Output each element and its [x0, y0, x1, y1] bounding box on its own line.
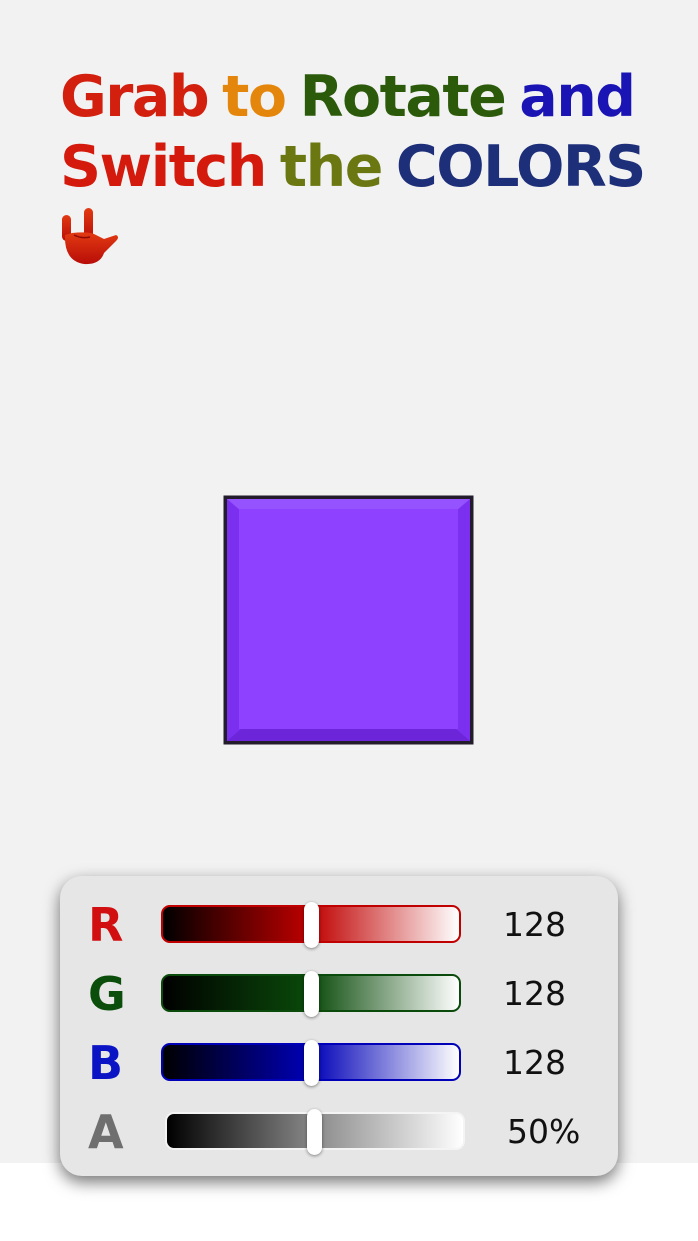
channel-label-a: A [88, 1105, 124, 1159]
headline-word: and [519, 64, 636, 130]
alpha-slider[interactable] [165, 1109, 465, 1155]
rock-hand-icon [62, 208, 118, 265]
green-value: 128 [503, 974, 566, 1013]
slider-row-blue: B 128 [60, 1038, 618, 1088]
cube-face [239, 509, 458, 729]
headline-word: Grab [60, 64, 210, 130]
headline-word: COLORS [395, 134, 646, 200]
channel-label-r: R [88, 898, 124, 952]
color-picker-panel: R 128 G 128 B 128 A 50% [60, 876, 618, 1176]
headline-line-2: Switch the COLORS [60, 132, 698, 202]
headline-word: Switch [60, 134, 267, 200]
blue-value: 128 [503, 1043, 566, 1082]
headline: Grab to Rotate and Switch the COLORS [60, 62, 698, 202]
alpha-slider-thumb[interactable] [307, 1109, 322, 1155]
slider-row-green: G 128 [60, 969, 618, 1019]
headline-word: to [222, 64, 287, 130]
red-slider[interactable] [161, 902, 461, 948]
green-slider[interactable] [161, 971, 461, 1017]
headline-word: Rotate [299, 64, 507, 130]
headline-word: the [279, 134, 384, 200]
red-value: 128 [503, 905, 566, 944]
blue-slider[interactable] [161, 1040, 461, 1086]
slider-row-red: R 128 [60, 900, 618, 950]
blue-slider-thumb[interactable] [303, 1040, 319, 1086]
cube-bevel-bottom [227, 729, 470, 741]
headline-line-1: Grab to Rotate and [60, 62, 698, 132]
channel-label-b: B [88, 1036, 124, 1090]
red-slider-thumb[interactable] [303, 902, 319, 948]
channel-label-g: G [88, 967, 126, 1021]
rotatable-cube[interactable] [222, 494, 475, 746]
alpha-value: 50% [507, 1112, 581, 1151]
green-slider-thumb[interactable] [303, 971, 319, 1017]
slider-row-alpha: A 50% [60, 1107, 618, 1157]
